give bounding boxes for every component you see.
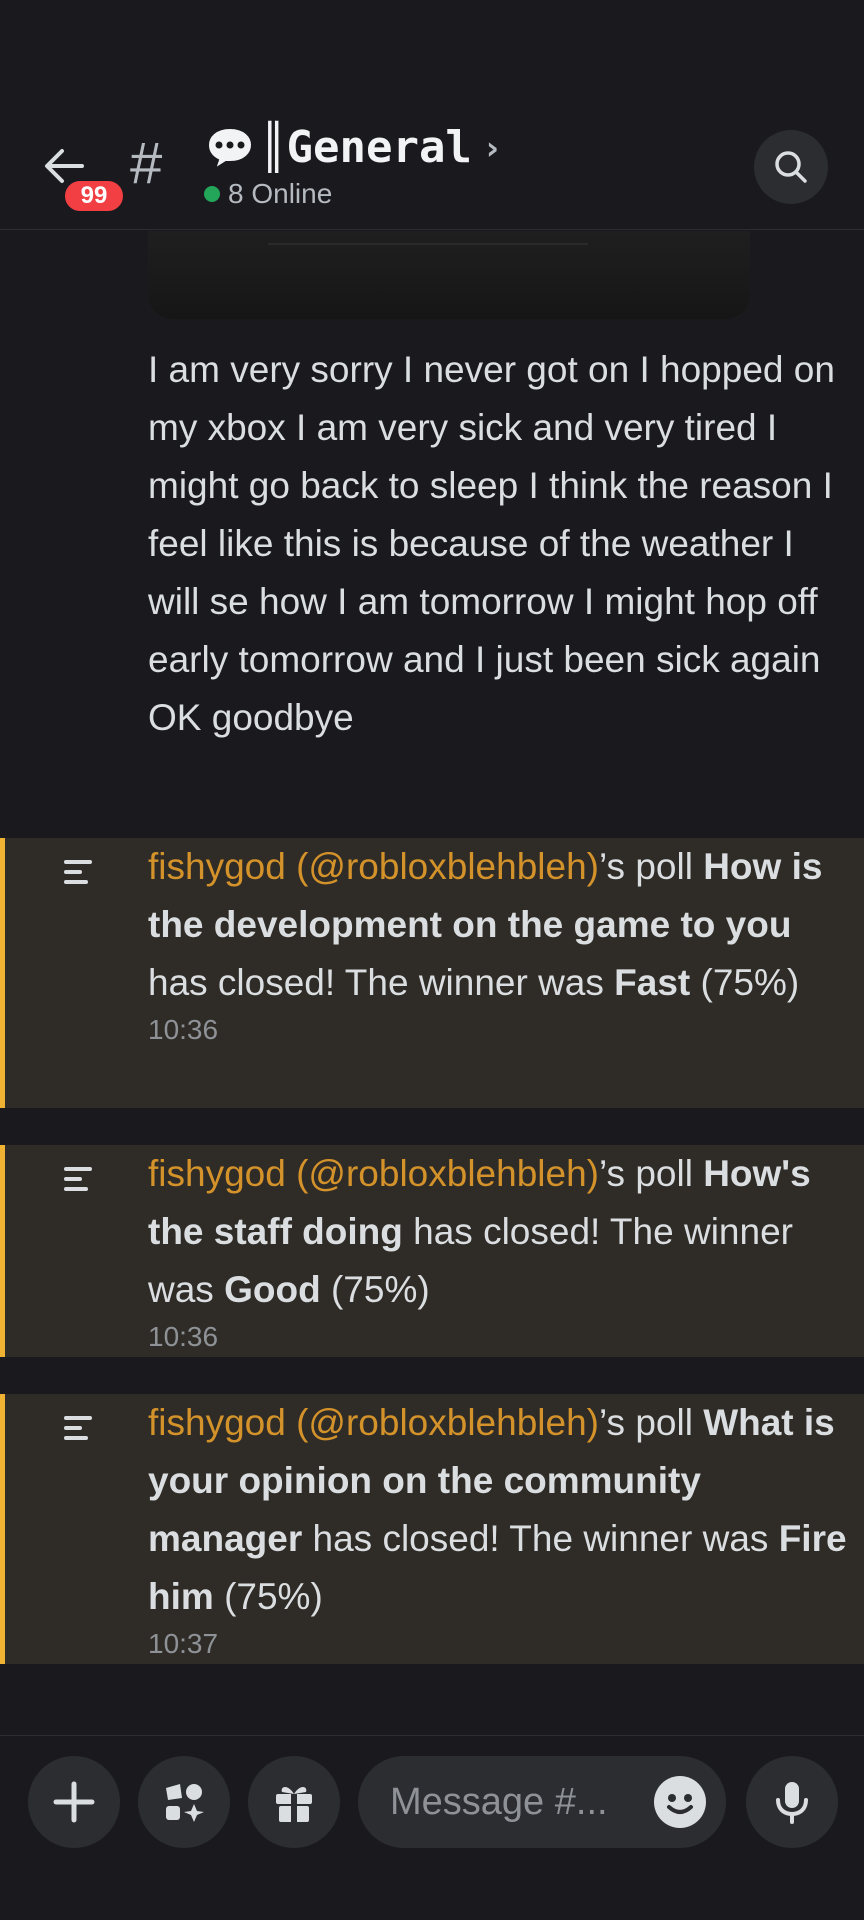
poll-result-message: fishygod (@robloxblehbleh)’s poll What i…	[0, 1394, 864, 1664]
poll-icon	[64, 1416, 92, 1440]
plus-icon	[53, 1781, 95, 1823]
apps-icon	[166, 1784, 204, 1822]
poll-timestamp: 10:37	[148, 1628, 219, 1659]
poll-percent: (75%)	[330, 1269, 430, 1310]
poll-percent: (75%)	[224, 1576, 323, 1617]
poll-suffix: ’s poll	[598, 1402, 693, 1443]
poll-text: fishygod (@robloxblehbleh)’s poll How is…	[148, 838, 848, 1048]
gift-button[interactable]	[248, 1756, 340, 1848]
poll-icon	[64, 860, 92, 884]
voice-message-button[interactable]	[746, 1756, 838, 1848]
poll-suffix: ’s poll	[598, 846, 693, 887]
hash-icon: #	[130, 131, 163, 196]
online-count: 8 Online	[228, 178, 333, 209]
emoji-icon	[656, 1778, 704, 1826]
poll-winner: Fast	[614, 962, 691, 1003]
channel-name: ║General	[260, 122, 472, 173]
unread-badge: 99	[62, 178, 126, 214]
online-dot-icon	[204, 186, 220, 202]
composer-bar: Message #...	[0, 1735, 864, 1920]
poll-author[interactable]: fishygod (@robloxblehbleh)	[148, 846, 599, 887]
poll-author[interactable]: fishygod (@robloxblehbleh)	[148, 1402, 599, 1443]
message-input[interactable]: Message #...	[358, 1756, 726, 1848]
poll-icon	[64, 1167, 92, 1191]
poll-text: fishygod (@robloxblehbleh)’s poll How's …	[148, 1145, 848, 1355]
poll-result-message: fishygod (@robloxblehbleh)’s poll How is…	[0, 838, 864, 1108]
message-list[interactable]: I am very sorry I never got on I hopped …	[0, 231, 864, 1735]
poll-result-message: fishygod (@robloxblehbleh)’s poll How's …	[0, 1145, 864, 1357]
online-status: 8 Online	[204, 178, 332, 210]
search-icon	[775, 151, 807, 183]
poll-winner: Good	[224, 1269, 321, 1310]
poll-timestamp: 10:36	[148, 1014, 219, 1045]
poll-percent: (75%)	[700, 962, 800, 1003]
status-bar	[0, 0, 864, 110]
channel-title[interactable]: ║General ›	[204, 122, 499, 173]
image-attachment[interactable]	[148, 231, 750, 319]
channel-header: 99 # ║General › 8 Online	[0, 110, 864, 230]
apps-button[interactable]	[138, 1756, 230, 1848]
search-button[interactable]	[754, 130, 828, 204]
poll-suffix: ’s poll	[598, 1153, 693, 1194]
poll-closed-text: has closed! The winner was	[312, 1518, 769, 1559]
poll-text: fishygod (@robloxblehbleh)’s poll What i…	[148, 1394, 848, 1662]
message-input-placeholder: Message #...	[390, 1780, 608, 1823]
chevron-right-icon: ›	[485, 128, 500, 167]
poll-closed-text: has closed! The winner was	[148, 962, 604, 1003]
microphone-icon	[776, 1782, 808, 1824]
gift-icon	[276, 1787, 312, 1822]
speech-bubble-icon	[206, 126, 254, 171]
poll-author[interactable]: fishygod (@robloxblehbleh)	[148, 1153, 599, 1194]
message-content: I am very sorry I never got on I hopped …	[148, 349, 835, 738]
add-attachment-button[interactable]	[28, 1756, 120, 1848]
emoji-button[interactable]	[654, 1776, 706, 1828]
poll-timestamp: 10:36	[148, 1321, 219, 1352]
